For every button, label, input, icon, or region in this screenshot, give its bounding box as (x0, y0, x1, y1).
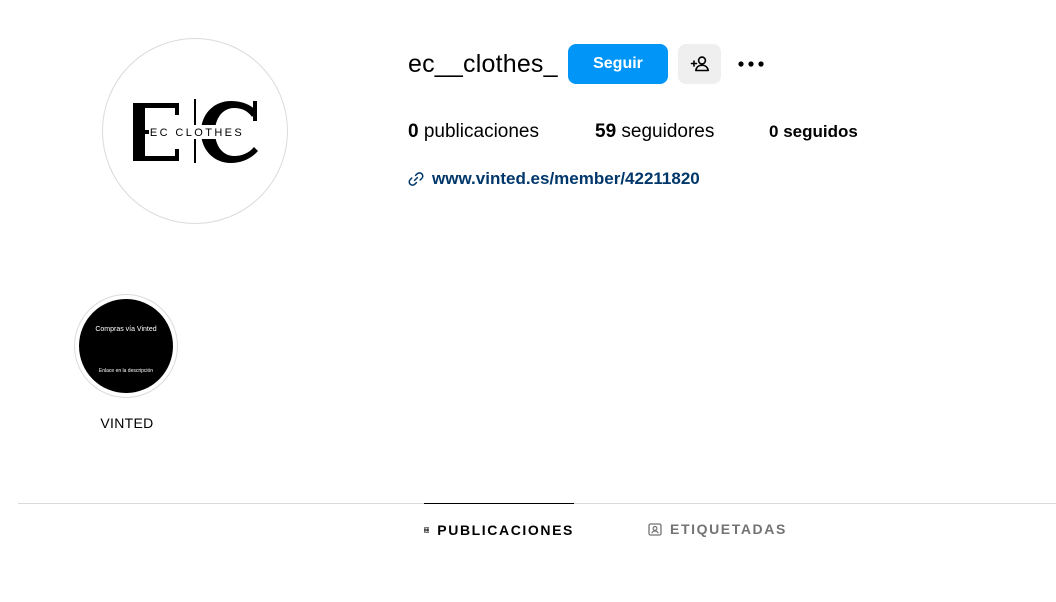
highlight-cover-line1: Compras vía Vinted (95, 326, 157, 333)
posts-count-label: publicaciones (423, 121, 539, 142)
follow-button[interactable]: Seguir (568, 44, 668, 84)
followers-count-value: 59 (595, 121, 617, 142)
suggested-accounts-button[interactable] (678, 44, 721, 84)
highlight-title: VINTED (100, 415, 154, 431)
external-link[interactable]: www.vinted.es/member/42211820 (408, 167, 700, 191)
highlight-cover-line2: Enlace en la descripción (98, 368, 154, 374)
profile-username: ec__clothes_ (408, 50, 558, 78)
external-link-text: www.vinted.es/member/42211820 (432, 169, 700, 188)
svg-text:EC CLOTHES: EC CLOTHES (150, 127, 244, 139)
following-count[interactable]: 0 seguidos (769, 119, 858, 145)
profile-page: EC CLOTHES ec__clothes_ Seguir 0 publica… (0, 0, 1056, 602)
ec-clothes-logo: EC CLOTHES (133, 99, 258, 163)
highlight-cover-ring: Compras vía Vinted Enlace en la descripc… (74, 294, 178, 398)
link-icon (408, 172, 424, 186)
following-count-label: seguidos (783, 122, 858, 141)
posts-count-value: 0 (408, 121, 419, 142)
following-count-value: 0 (769, 122, 779, 141)
tab-tagged-label: ETIQUETADAS (670, 521, 787, 537)
story-highlight[interactable]: Compras vía Vinted Enlace en la descripc… (74, 294, 180, 431)
tab-tagged[interactable]: ETIQUETADAS (648, 503, 788, 555)
followers-count[interactable]: 59 seguidores (595, 119, 714, 145)
tab-posts-label: PUBLICACIONES (437, 521, 574, 538)
tagged-icon (648, 523, 662, 536)
followers-count-label: seguidores (621, 121, 715, 142)
highlight-cover: Compras vía Vinted Enlace en la descripc… (79, 299, 173, 393)
tab-posts[interactable]: PUBLICACIONES (424, 503, 574, 555)
grid-icon (424, 526, 430, 533)
posts-count: 0 publicaciones (408, 119, 539, 145)
more-options-icon (738, 61, 764, 67)
more-options-button[interactable] (732, 46, 770, 82)
add-person-icon (690, 56, 709, 72)
profile-avatar[interactable]: EC CLOTHES (102, 38, 288, 224)
